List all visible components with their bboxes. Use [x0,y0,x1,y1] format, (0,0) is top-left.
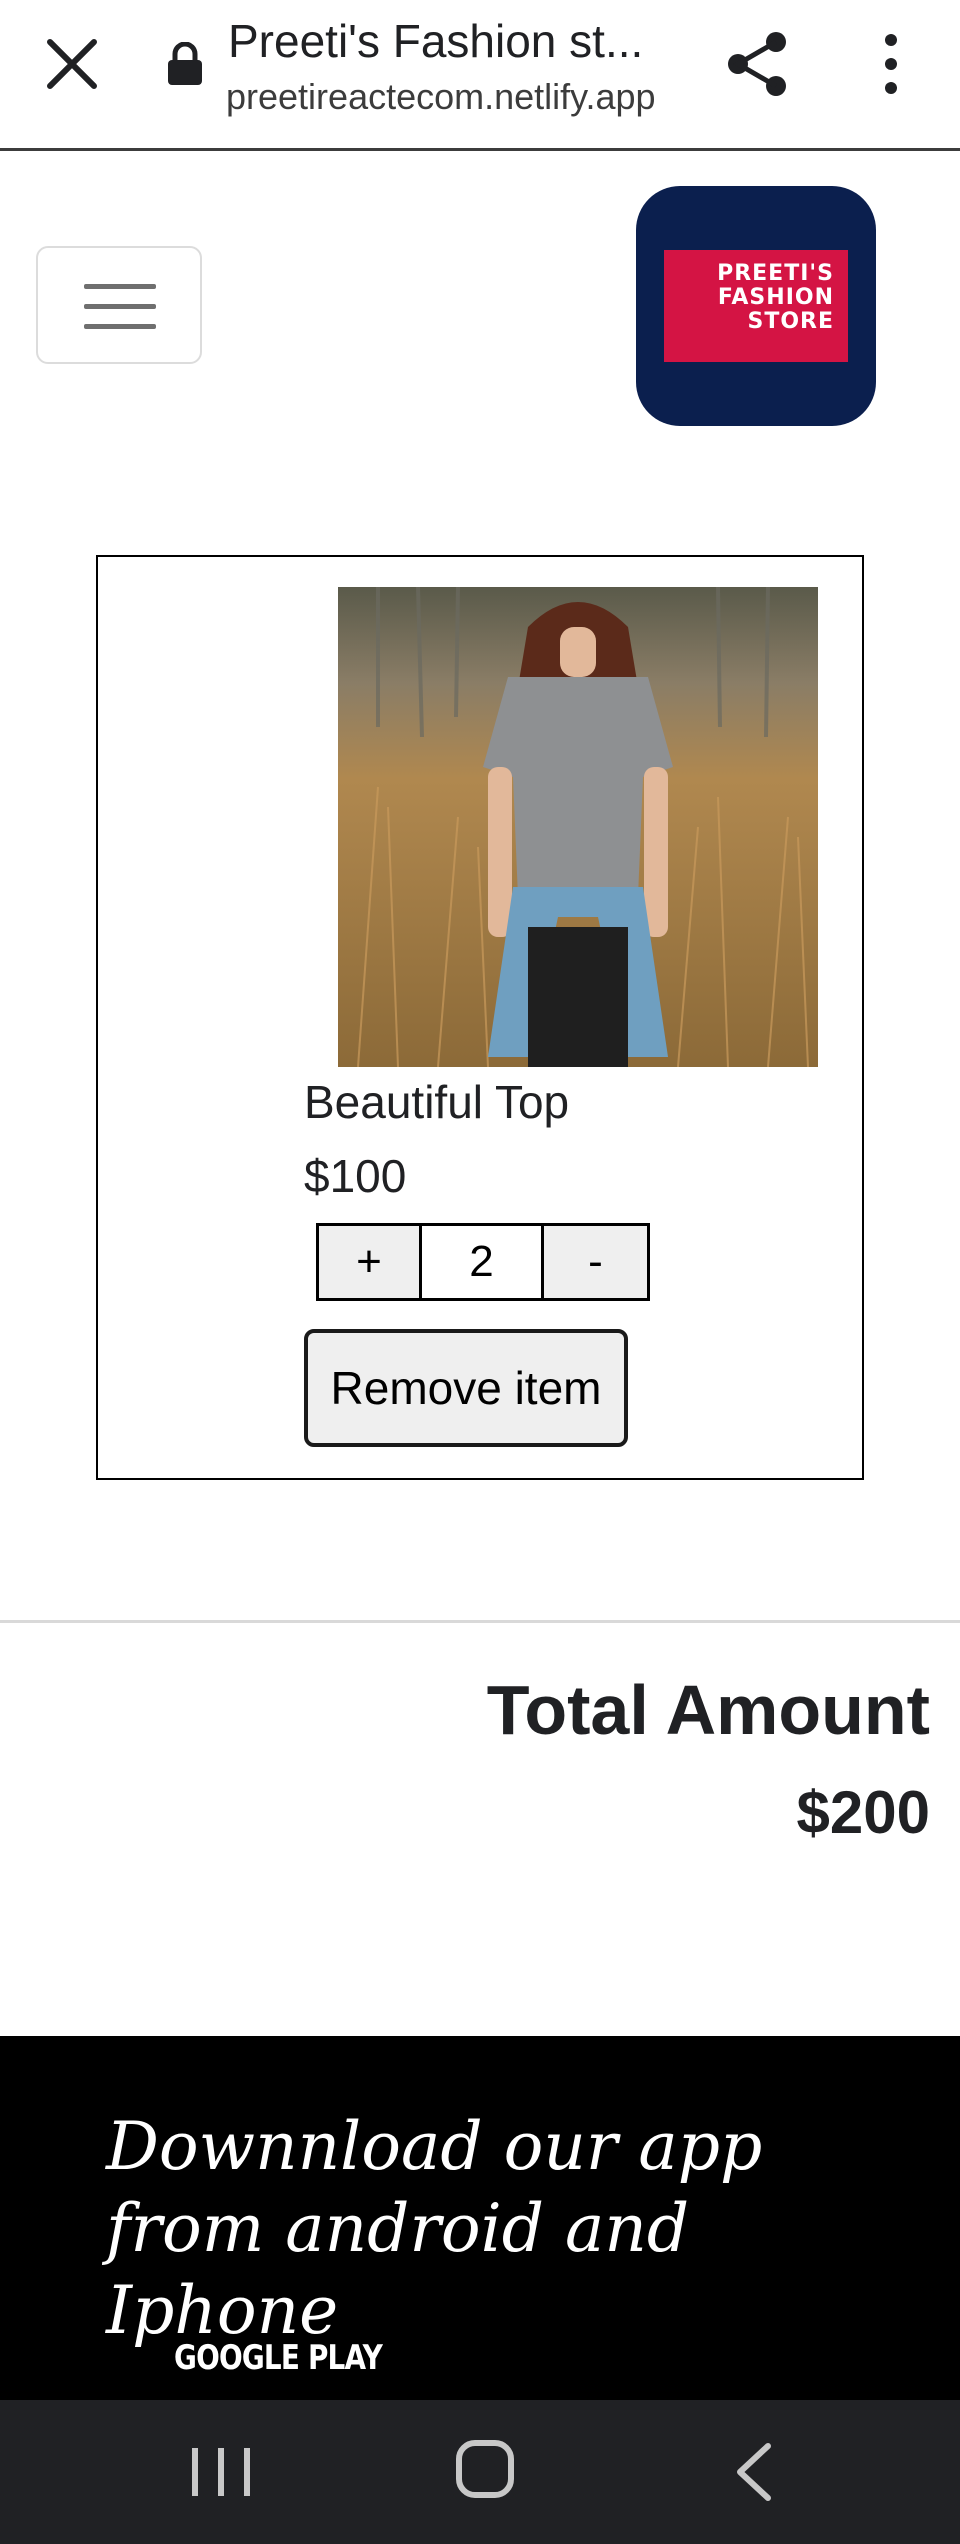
store-logo[interactable]: PREETI'S FASHION STORE [636,186,876,426]
divider [0,1620,960,1623]
quantity-stepper: + 2 - [316,1223,650,1301]
total-amount-value: $200 [796,1779,930,1846]
tab-title[interactable]: Preeti's Fashion st... [228,14,643,68]
close-icon[interactable] [40,32,104,96]
product-image [338,587,818,1067]
logo-badge: PREETI'S FASHION STORE [664,250,848,362]
browser-top-bar: Preeti's Fashion st... preetireactecom.n… [0,0,960,151]
app-download-text: Downnload our app from android and Iphon… [106,2108,763,2349]
logo-line-1: PREETI'S [717,261,834,286]
recents-icon[interactable] [186,2444,256,2500]
home-icon[interactable] [454,2438,516,2500]
share-icon[interactable] [724,30,792,98]
google-play-link[interactable]: GOOGLE PLAY [174,2338,383,2378]
logo-line-2: FASHION [717,285,834,310]
hamburger-menu-icon [84,284,156,289]
more-vertical-icon[interactable] [870,30,912,98]
product-name: Beautiful Top [304,1076,570,1128]
cart-item-card: Beautiful Top $100 + 2 - Remove item [96,555,864,1480]
back-icon[interactable] [730,2440,778,2504]
quantity-value: 2 [422,1223,544,1301]
logo-line-3: STORE [747,309,834,334]
total-amount-label: Total Amount [486,1671,930,1749]
product-price: $100 [304,1150,407,1202]
lock-icon [168,42,202,85]
footer: Downnload our app from android and Iphon… [0,2036,960,2400]
hamburger-line [84,324,156,329]
remove-item-button[interactable]: Remove item [304,1329,628,1447]
logo-text: PREETI'S FASHION STORE [717,262,834,334]
system-navigation-bar [0,2400,960,2544]
url-text[interactable]: preetireactecom.netlify.app [226,76,656,118]
increment-button[interactable]: + [316,1223,422,1301]
decrement-button[interactable]: - [544,1223,650,1301]
hamburger-menu-button[interactable] [36,246,202,364]
hamburger-line [84,304,156,309]
